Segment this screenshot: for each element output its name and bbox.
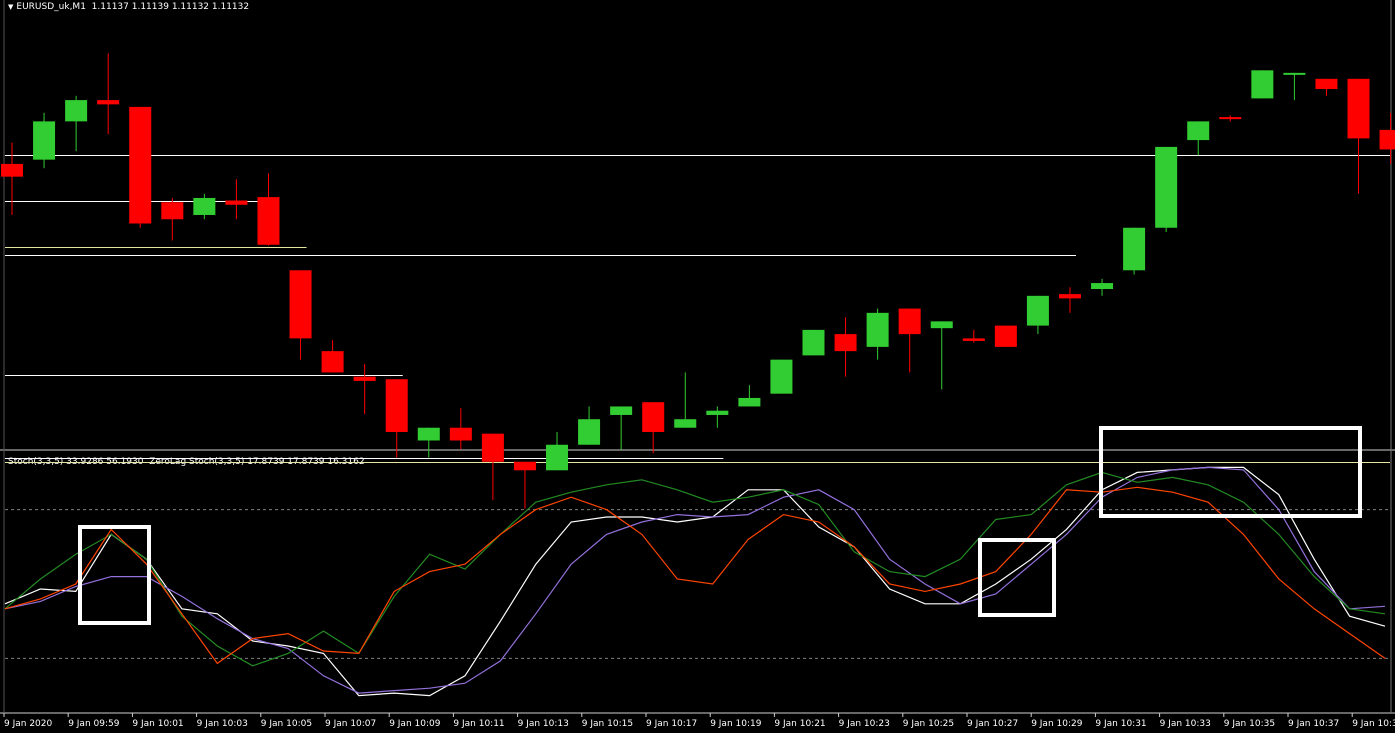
x-tick-label: 9 Jan 10:37: [1288, 719, 1339, 729]
candle-body: [481, 433, 504, 462]
series-orange: [4, 486, 1386, 665]
candle-body: [610, 406, 633, 415]
x-tick-label: 9 Jan 10:23: [839, 719, 890, 729]
x-tick-label: 9 Jan 10:29: [1031, 719, 1083, 729]
x-tick-label: 9 Jan 2020: [4, 719, 52, 729]
candle-body: [513, 461, 536, 471]
candle-body: [417, 427, 440, 441]
candle-body: [1, 163, 23, 177]
candle-body: [1379, 129, 1395, 150]
x-tick-label: 9 Jan 10:05: [261, 719, 312, 729]
x-tick-label: 9 Jan 10:31: [1095, 719, 1146, 729]
candle-body: [321, 351, 344, 373]
x-tick-label: 9 Jan 10:17: [646, 719, 697, 729]
x-tick-label: 9 Jan 10:25: [903, 719, 954, 729]
series-green: [4, 471, 1386, 667]
x-tick-label: 9 Jan 10:09: [389, 719, 441, 729]
x-tick-label: 9 Jan 10:35: [1224, 719, 1275, 729]
candle-body: [642, 402, 665, 432]
chart-root: ▼ EURUSD_uk,M1 1.11137 1.11139 1.11132 1.…: [0, 0, 1395, 733]
highlight-box-1: [78, 525, 151, 625]
series-purple: [4, 466, 1386, 694]
candle-body: [1187, 121, 1210, 141]
candle-body: [674, 419, 697, 428]
candle-body: [129, 106, 152, 224]
candle-body: [1058, 294, 1081, 299]
x-tick-label: 9 Jan 10:13: [518, 719, 569, 729]
candle-body: [930, 321, 953, 329]
candle-body: [33, 121, 56, 160]
candle-body: [1347, 78, 1370, 139]
candle-body: [1123, 227, 1146, 271]
candle-body: [994, 325, 1017, 347]
candle-body: [1091, 283, 1114, 290]
candle-body: [449, 427, 472, 441]
candle-body: [770, 359, 793, 394]
candle-body: [385, 379, 408, 432]
candle-body: [225, 200, 248, 205]
x-tick-label: 9 Jan 10:01: [132, 719, 183, 729]
x-tick-label: 9 Jan 10:07: [325, 719, 376, 729]
candle-body: [706, 410, 729, 415]
candle-body: [257, 197, 280, 245]
x-tick-label: 9 Jan 10:27: [967, 719, 1018, 729]
candle-body: [578, 419, 601, 445]
candle-body: [289, 270, 312, 339]
candle-body: [1219, 117, 1242, 120]
candle-body: [1155, 146, 1178, 228]
candle-body: [1315, 78, 1338, 90]
candle-body: [193, 197, 216, 215]
x-tick-label: 9 Jan 10:03: [197, 719, 248, 729]
candle-body: [738, 397, 761, 407]
candle-body: [161, 202, 184, 220]
x-tick-label: 9 Jan 10:21: [774, 719, 825, 729]
candle-body: [962, 338, 985, 341]
x-tick-label: 9 Jan 10:33: [1160, 719, 1211, 729]
candle-body: [866, 312, 889, 347]
x-tick-label: 9 Jan 10:11: [453, 719, 504, 729]
candle-body: [802, 329, 825, 356]
x-tick-label: 9 Jan 10:19: [710, 719, 762, 729]
candle-body: [834, 334, 857, 352]
candle-body: [546, 444, 569, 471]
x-tick-label: 9 Jan 09:59: [68, 719, 120, 729]
candle-body: [898, 308, 921, 335]
candle-body: [353, 376, 376, 381]
candle-body: [1026, 295, 1049, 326]
candle-body: [1283, 72, 1306, 75]
highlight-box-2: [978, 538, 1056, 617]
candle-body: [1251, 70, 1274, 99]
candle-body: [65, 100, 88, 122]
price-and-stoch-chart[interactable]: 9 Jan 2020 9 Jan 09:59 9 Jan 10:01 9 Jan 10…: [0, 0, 1395, 733]
candle-body: [97, 100, 120, 105]
x-tick-label: 9 Jan 10:39: [1352, 719, 1395, 729]
x-tick-label: 9 Jan 10:15: [582, 719, 633, 729]
